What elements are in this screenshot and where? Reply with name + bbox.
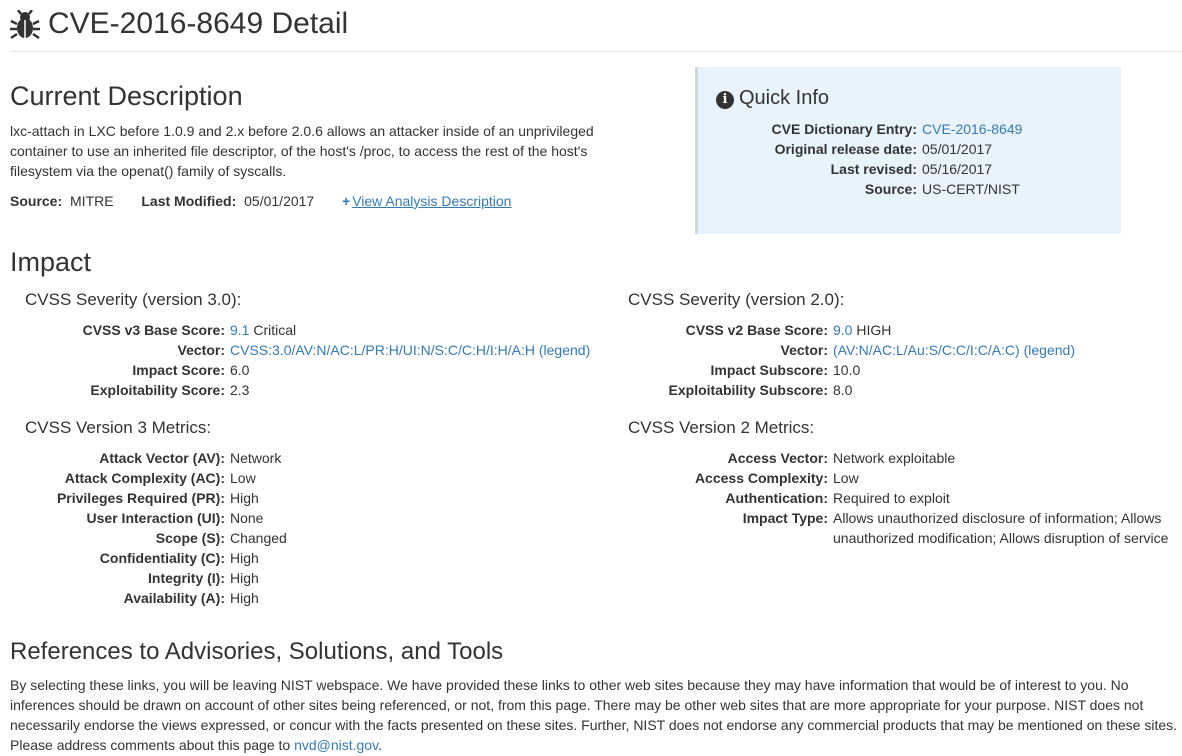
metric-row: Confidentiality (C): High bbox=[99, 550, 259, 566]
view-analysis-label: View Analysis Description bbox=[352, 193, 512, 209]
quick-info-heading: i Quick Info bbox=[716, 85, 829, 111]
bug-icon bbox=[10, 10, 40, 40]
quick-info-row: Last revised: 05/16/2017 bbox=[698, 159, 1121, 179]
plus-icon: + bbox=[342, 193, 351, 209]
description-heading: Current Description bbox=[10, 81, 243, 111]
metric-row: Access Complexity: Low bbox=[694, 470, 859, 486]
quick-info-row: Source: US-CERT/NIST bbox=[698, 179, 1121, 199]
cvss-v3-base-score-link[interactable]: 9.1 bbox=[230, 322, 249, 338]
quick-info-label: Last revised: bbox=[830, 161, 917, 177]
nvd-email-link[interactable]: nvd@nist.gov bbox=[294, 737, 378, 753]
description-meta: Source: MITRE Last Modified: 05/01/2017 … bbox=[10, 191, 511, 211]
cvss-v3-metrics-heading: CVSS Version 3 Metrics: bbox=[25, 418, 212, 437]
metric-row: Privileges Required (PR): High bbox=[56, 490, 259, 506]
metric-row: Scope (S): Changed bbox=[155, 530, 287, 546]
metric-row: Attack Complexity (AC): Low bbox=[64, 470, 256, 486]
references-text: By selecting these links, you will be le… bbox=[10, 677, 1178, 753]
quick-info-label: CVE Dictionary Entry: bbox=[771, 121, 917, 137]
cve-dictionary-link[interactable]: CVE-2016-8649 bbox=[922, 119, 1022, 139]
cvss-v2-exploit-row: Exploitability Subscore: 8.0 bbox=[668, 382, 853, 398]
cvss-v2-heading: CVSS Severity (version 2.0): bbox=[628, 290, 845, 309]
metric-row: Access Vector: Network exploitable bbox=[727, 450, 956, 466]
cvss-v3-severity: Critical bbox=[253, 322, 297, 338]
cvss-v2-metrics-heading: CVSS Version 2 Metrics: bbox=[628, 418, 815, 437]
quick-info-value: 05/16/2017 bbox=[922, 161, 993, 177]
info-icon: i bbox=[716, 91, 734, 109]
cvss-v2-base-score-link[interactable]: 9.0 bbox=[833, 322, 852, 338]
metric-row: Attack Vector (AV): Network bbox=[99, 450, 282, 466]
cvss-v3-metrics: Attack Vector (AV): Network Attack Comple… bbox=[25, 448, 615, 608]
cvss-v2-vector-row: Vector: (AV:N/AC:L/Au:S/C:C/I:C/A:C) (le… bbox=[780, 342, 1075, 358]
cvss-v3-exploit-row: Exploitability Score: 2.3 bbox=[90, 382, 250, 398]
description-text: lxc-attach in LXC before 1.0.9 and 2.x b… bbox=[10, 123, 594, 179]
cvss-v2-base-row: CVSS v2 Base Score: 9.0 HIGH bbox=[685, 322, 892, 338]
references-heading: References to Advisories, Solutions, and… bbox=[10, 638, 504, 665]
cvss-v3-impact-row: Impact Score: 6.0 bbox=[132, 362, 250, 378]
page-title: CVE-2016-8649 Detail bbox=[48, 7, 349, 40]
metric-row: Impact Type: Allows unauthorized disclosu… bbox=[742, 510, 1169, 546]
cvss-v3-vector-row: Vector: CVSS:3.0/AV:N/AC:L/PR:H/UI:N/S:C… bbox=[177, 342, 591, 358]
cvss-v2-vector-link[interactable]: (AV:N/AC:L/Au:S/C:C/I:C/A:C) bbox=[833, 342, 1020, 358]
quick-info-label: Source: bbox=[864, 181, 917, 197]
cvss-v3-heading: CVSS Severity (version 3.0): bbox=[25, 290, 242, 309]
view-analysis-link[interactable]: + View Analysis Description bbox=[342, 193, 511, 209]
cvss-v2-metrics: Access Vector: Network exploitable Access… bbox=[628, 448, 1178, 548]
quick-info-panel: i Quick Info CVE Dictionary Entry: CVE-20… bbox=[695, 67, 1121, 234]
quick-info-value: US-CERT/NIST bbox=[922, 181, 1020, 197]
last-modified-label: Last Modified: bbox=[141, 193, 237, 209]
cvss-v2-severity: HIGH bbox=[856, 322, 892, 338]
source-value: MITRE bbox=[70, 193, 114, 209]
cvss-v3-vector-link[interactable]: CVSS:3.0/AV:N/AC:L/PR:H/UI:N/S:C/C:H/I:H… bbox=[230, 342, 535, 358]
cvss-v2-scores: CVSS v2 Base Score: 9.0 HIGH Vector: (AV… bbox=[628, 320, 1178, 400]
page-header: CVE-2016-8649 Detail bbox=[10, 0, 1182, 52]
cvss-v2-legend-link[interactable]: (legend) bbox=[1024, 342, 1075, 358]
cvss-v3-legend-link[interactable]: (legend) bbox=[539, 342, 590, 358]
quick-info-label: Original release date: bbox=[774, 141, 917, 157]
metric-row: Authentication: Required to exploit bbox=[725, 490, 950, 506]
quick-info-value: 05/01/2017 bbox=[922, 141, 993, 157]
impact-heading: Impact bbox=[10, 247, 92, 277]
quick-info-row: Original release date: 05/01/2017 bbox=[698, 139, 1121, 159]
cvss-v3-scores: CVSS v3 Base Score: 9.1 Critical Vector:… bbox=[25, 320, 615, 400]
quick-info-row: CVE Dictionary Entry: CVE-2016-8649 bbox=[698, 119, 1121, 139]
last-modified-value: 05/01/2017 bbox=[244, 193, 315, 209]
cvss-v2-impact-row: Impact Subscore: 10.0 bbox=[710, 362, 861, 378]
metric-row: Availability (A): High bbox=[123, 590, 259, 606]
cvss-v3-base-row: CVSS v3 Base Score: 9.1 Critical bbox=[82, 322, 297, 338]
metric-row: Integrity (I): High bbox=[148, 570, 259, 586]
metric-row: User Interaction (UI): None bbox=[86, 510, 264, 526]
source-label: Source: bbox=[10, 193, 63, 209]
